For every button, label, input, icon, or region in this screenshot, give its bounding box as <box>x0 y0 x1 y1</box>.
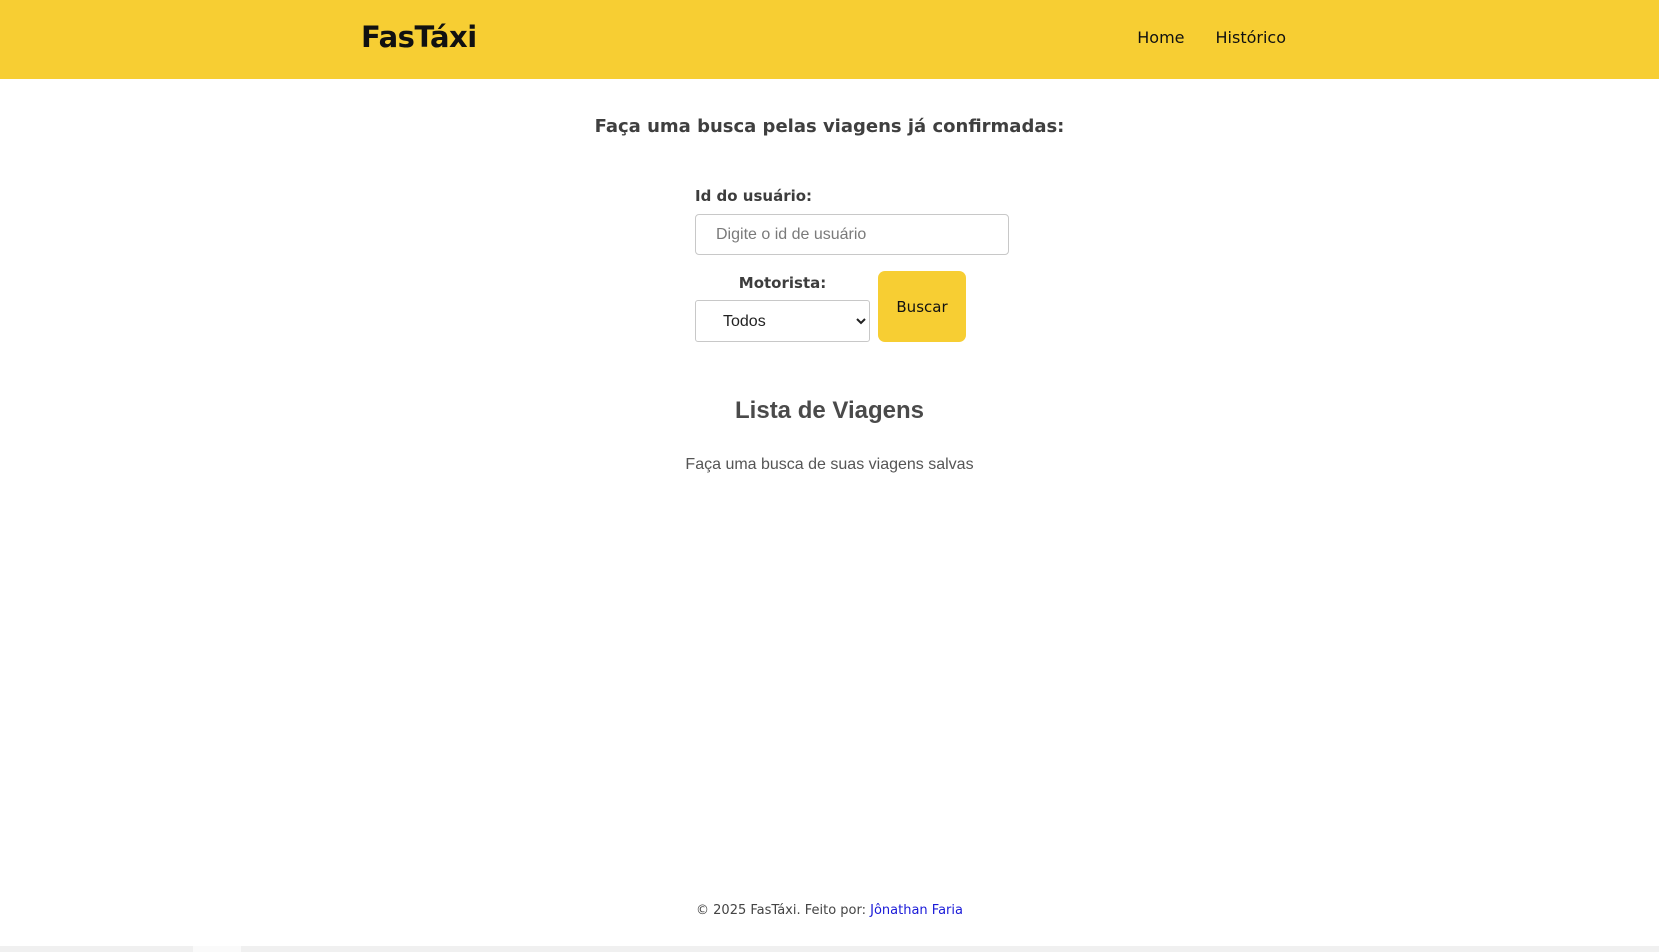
search-button[interactable]: Buscar <box>878 271 966 342</box>
nav-home-link[interactable]: Home <box>1137 28 1184 47</box>
search-title: Faça uma busca pelas viagens já confirma… <box>594 116 1065 137</box>
user-id-input[interactable] <box>695 214 1009 255</box>
horizontal-scrollbar[interactable] <box>0 946 1659 952</box>
top-header: FasTáxi Home Histórico <box>0 0 1659 79</box>
driver-label: Motorista: <box>738 274 827 292</box>
user-id-label: Id do usuário: <box>695 187 813 205</box>
main-nav: Home Histórico <box>1137 28 1286 47</box>
driver-select[interactable]: Todos <box>695 300 870 342</box>
nav-history-link[interactable]: Histórico <box>1216 28 1286 47</box>
app-logo[interactable]: FasTáxi <box>361 20 477 54</box>
trip-list-empty-message: Faça uma busca de suas viagens salvas <box>685 456 974 473</box>
page-footer: © 2025 FasTáxi. Feito por: Jônathan Fari… <box>0 903 1659 918</box>
trip-list-title: Lista de Viagens <box>735 397 924 424</box>
footer-author-link[interactable]: Jônathan Faria <box>870 903 963 918</box>
footer-text: © 2025 FasTáxi. Feito por: <box>696 903 871 918</box>
scrollbar-thumb[interactable] <box>193 946 241 952</box>
